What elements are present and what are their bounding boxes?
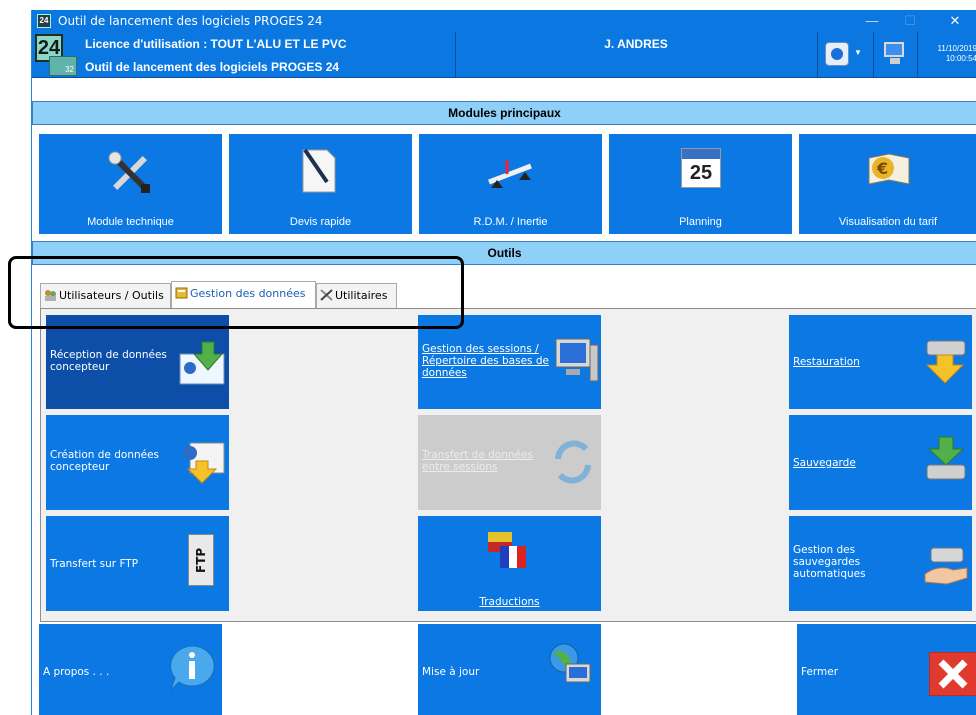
traductions-label: Traductions	[479, 596, 540, 608]
beam-icon	[488, 160, 532, 188]
creation-label: Création de données concepteur	[50, 449, 160, 473]
mise-a-jour-button[interactable]: Mise à jour	[418, 624, 601, 715]
reception-donnees-button[interactable]: Réception de données concepteur	[46, 315, 229, 409]
devis-rapide-button[interactable]: Devis rapide	[229, 134, 412, 234]
transfert-ftp-button[interactable]: Transfert sur FTP FTP	[46, 516, 229, 611]
apropos-label: A propos . . .	[43, 666, 110, 678]
maximize-button[interactable]: ☐	[892, 10, 928, 32]
app-icon: 24	[37, 14, 51, 28]
close-window-button[interactable]: ✕	[937, 10, 973, 32]
a-propos-button[interactable]: A propos . . .	[39, 624, 222, 715]
monitor-icon[interactable]	[882, 40, 908, 66]
hand-disk-icon	[924, 547, 968, 585]
backup-icon	[926, 436, 966, 480]
fermer-label: Fermer	[801, 666, 839, 678]
ftp-icon: FTP	[188, 534, 214, 586]
minimize-button[interactable]: —	[854, 10, 890, 32]
create-user-icon	[183, 442, 225, 484]
restauration-button[interactable]: Restauration	[789, 315, 972, 409]
section-modules-principaux: Modules principaux	[32, 101, 976, 125]
sauvegarde-button[interactable]: Sauvegarde	[789, 415, 972, 510]
close-x-icon	[929, 652, 976, 696]
module-label: Visualisation du tarif	[838, 216, 938, 228]
sync-icon	[555, 440, 591, 484]
header-divider	[917, 32, 918, 78]
reception-label: Réception de données concepteur	[50, 349, 167, 373]
transfert-label: Transfert de données entre sessions	[422, 449, 533, 473]
calendar-icon: 25	[681, 148, 721, 188]
title-bar: 24 Outil de lancement des logiciels PROG…	[32, 10, 976, 32]
chevron-down-icon[interactable]: ▼	[854, 48, 862, 57]
time-label: 10:00:54	[945, 54, 976, 63]
fermer-button[interactable]: Fermer	[797, 624, 976, 715]
gestion-sauvegardes-button[interactable]: Gestion des sauvegardes automatiques	[789, 516, 972, 611]
logo-badge: 32	[49, 56, 77, 76]
proges-logo: 24 32	[35, 34, 79, 76]
gestion-sessions-button[interactable]: Gestion des sessions / Répertoire des ba…	[418, 315, 601, 409]
tools-icon	[108, 151, 150, 193]
module-label: Devis rapide	[289, 216, 352, 228]
sauvegarde-label: Sauvegarde	[793, 457, 856, 469]
info-icon	[170, 645, 215, 691]
module-label: R.D.M. / Inertie	[473, 216, 548, 228]
licence-label: Licence d'utilisation : TOUT L'ALU ET LE…	[85, 37, 347, 51]
visualisation-tarif-button[interactable]: € Visualisation du tarif	[799, 134, 976, 234]
restauration-label: Restauration	[793, 356, 860, 368]
module-label: Module technique	[87, 216, 174, 228]
transfert-sessions-button[interactable]: Transfert de données entre sessions	[418, 415, 601, 510]
traductions-button[interactable]: Traductions	[418, 516, 601, 611]
user-name: J. ANDRES	[604, 37, 668, 51]
download-user-icon	[179, 341, 225, 385]
date-label: 11/10/2019	[937, 44, 976, 53]
restore-icon	[925, 340, 966, 384]
highlight-box	[8, 256, 464, 329]
sessions-label: Gestion des sessions / Répertoire des ba…	[422, 343, 549, 379]
svg-text:€: €	[876, 159, 888, 178]
planning-button[interactable]: 25 Planning	[609, 134, 792, 234]
euro-book-icon: €	[868, 153, 910, 185]
computer-icon	[555, 338, 599, 382]
header-divider	[817, 32, 818, 78]
update-globe-icon	[549, 643, 591, 683]
calendar-day: 25	[689, 162, 713, 184]
window-title: Outil de lancement des logiciels PROGES …	[58, 14, 323, 28]
miseajour-label: Mise à jour	[422, 666, 480, 678]
subtitle-label: Outil de lancement des logiciels PROGES …	[85, 60, 340, 74]
teamviewer-icon[interactable]	[825, 42, 849, 66]
flags-icon	[488, 532, 526, 568]
datetime: 11/10/2019 10:00:54	[925, 44, 976, 64]
rdm-inertie-button[interactable]: R.D.M. / Inertie	[419, 134, 602, 234]
header-divider	[873, 32, 874, 78]
gestion-sauvegardes-label: Gestion des sauvegardes automatiques	[793, 544, 866, 580]
launcher-window: 24 Outil de lancement des logiciels PROG…	[31, 10, 976, 715]
ftp-icon-text: FTP	[194, 547, 208, 573]
module-label: Planning	[679, 216, 722, 228]
module-technique-button[interactable]: Module technique	[39, 134, 222, 234]
creation-donnees-button[interactable]: Création de données concepteur	[46, 415, 229, 510]
header: 24 32 Licence d'utilisation : TOUT L'ALU…	[32, 32, 976, 78]
ftp-label: Transfert sur FTP	[50, 558, 139, 570]
document-pen-icon	[302, 148, 336, 193]
